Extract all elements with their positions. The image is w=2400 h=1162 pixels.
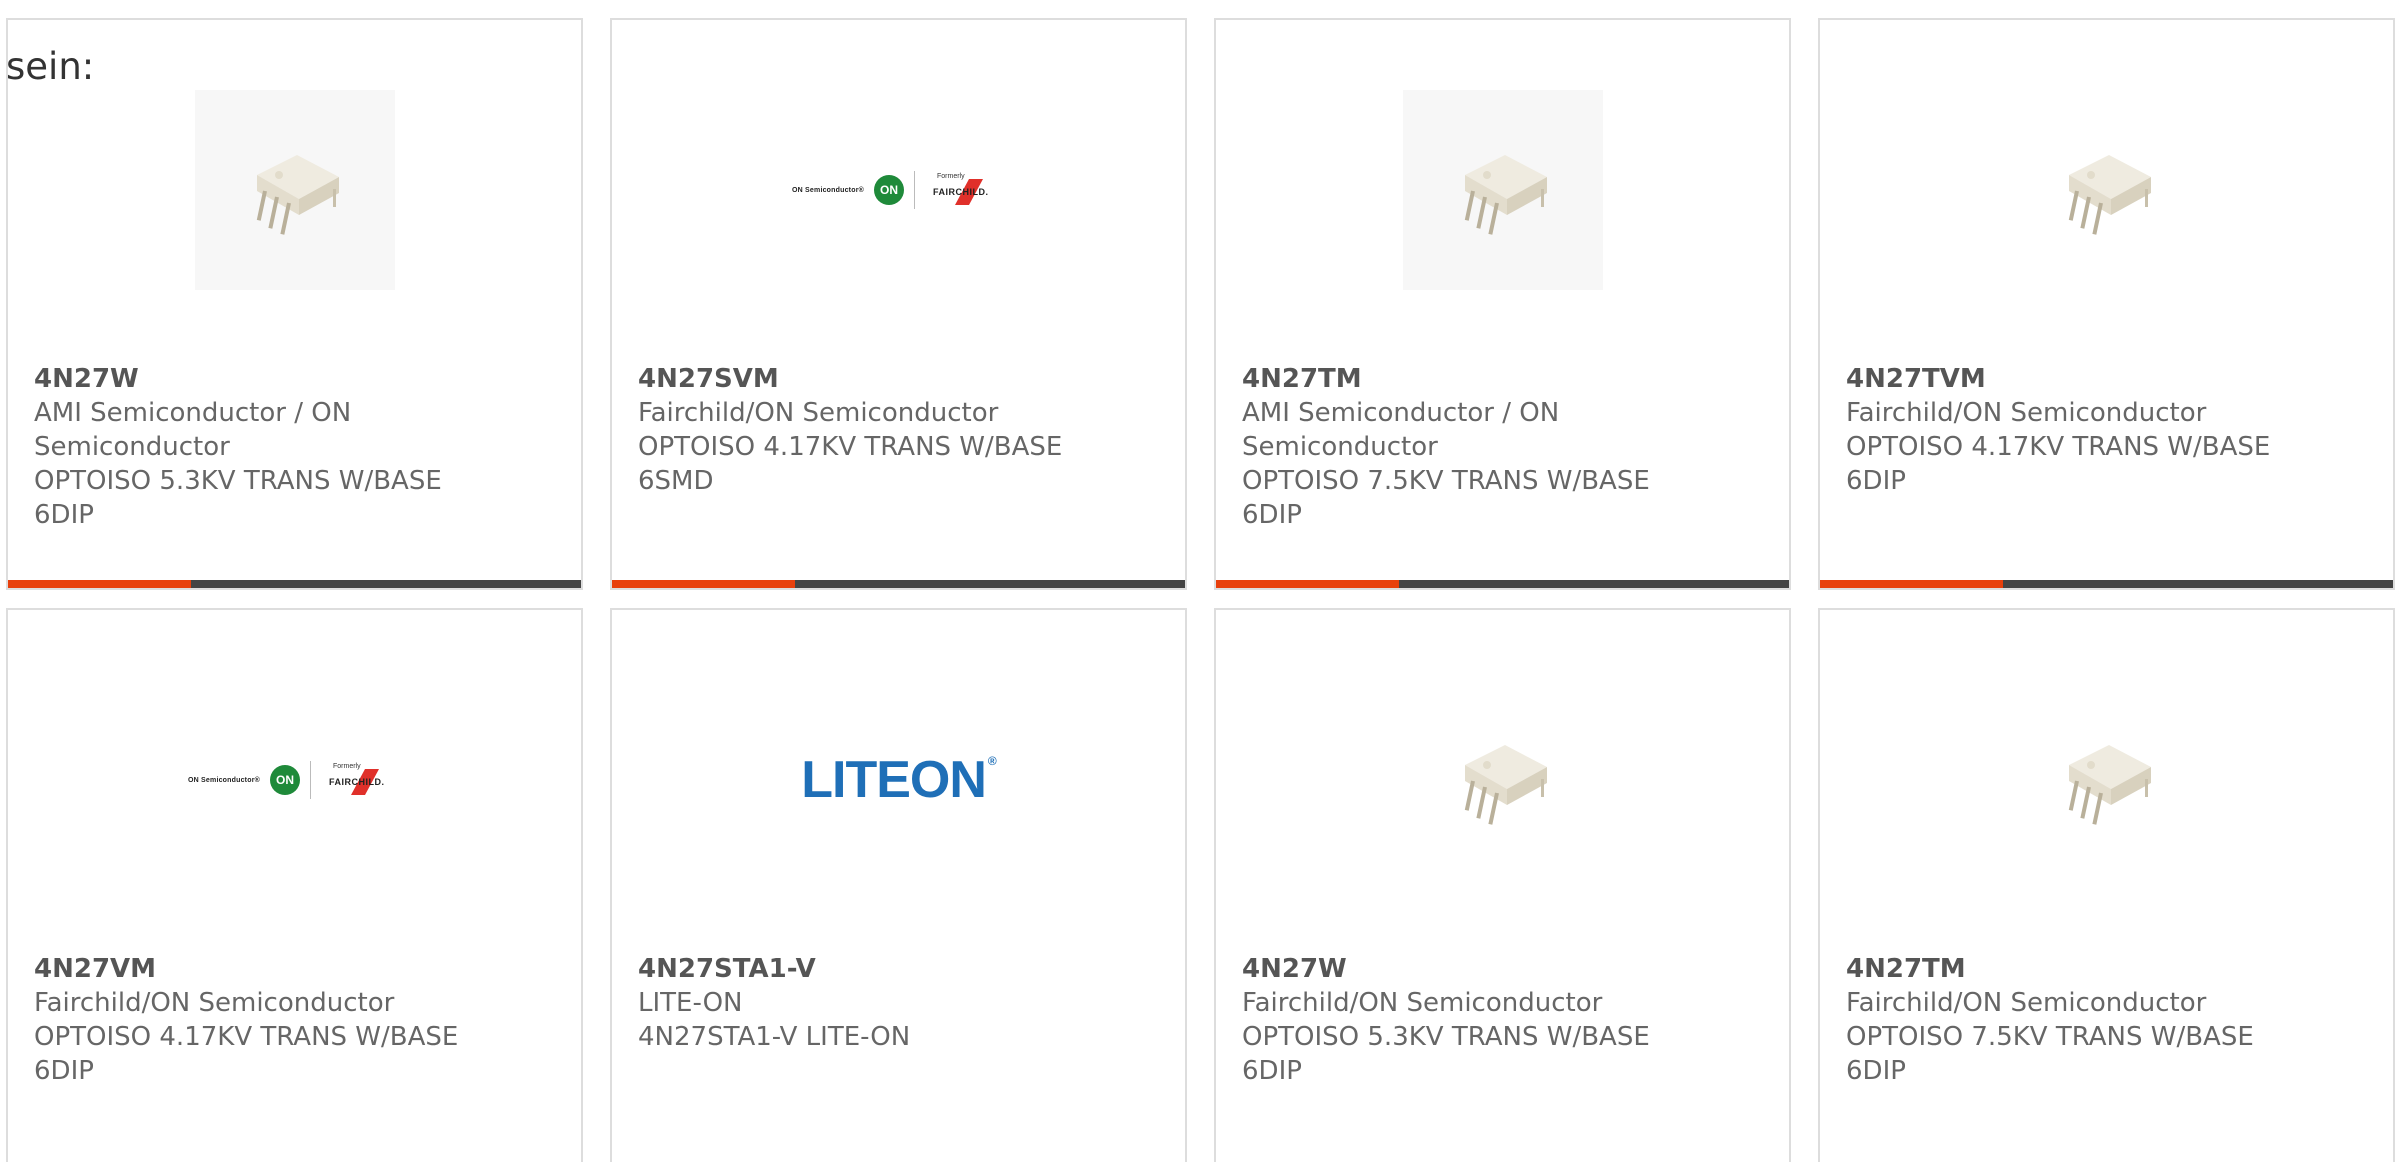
description: OPTOISO 5.3KV TRANS W/BASE 6DIP: [34, 466, 442, 530]
card-accent-bar: [612, 580, 795, 588]
on-semiconductor-text: ON Semiconductor®: [792, 186, 864, 194]
part-number[interactable]: 4N27TVM: [1846, 362, 2373, 396]
product-info: 4N27STA1-V LITE-ON 4N27STA1-V LITE-ON: [638, 952, 1165, 1054]
product-thumbnail[interactable]: ON Semiconductor® ON Formerly FAIRCHILD.: [612, 90, 1185, 290]
product-info: 4N27W AMI Semiconductor / ON Semiconduct…: [34, 362, 561, 532]
product-thumbnail[interactable]: [1820, 680, 2393, 880]
product-info: 4N27TVM Fairchild/ON Semiconductor OPTOI…: [1846, 362, 2373, 498]
part-number[interactable]: 4N27W: [1242, 952, 1769, 986]
card-accent-bar: [8, 580, 191, 588]
manufacturer: Fairchild/ON Semiconductor: [638, 398, 999, 428]
on-semiconductor-fairchild-logo: ON Semiconductor® ON Formerly FAIRCHILD.: [792, 171, 1005, 209]
manufacturer: Fairchild/ON Semiconductor: [1846, 988, 2207, 1018]
optocoupler-chip-image: [1403, 680, 1603, 880]
manufacturer: Fairchild/ON Semiconductor: [34, 988, 395, 1018]
description: OPTOISO 4.17KV TRANS W/BASE 6DIP: [34, 1022, 459, 1086]
manufacturer: AMI Semiconductor / ON Semiconductor: [34, 398, 352, 462]
product-grid-page: sein: 4N27W AMI Semiconductor / ON Semic…: [0, 0, 2400, 1162]
description: OPTOISO 4.17KV TRANS W/BASE 6SMD: [638, 432, 1063, 496]
fairchild-logo: Formerly FAIRCHILD.: [925, 171, 1005, 209]
on-circle-icon: ON: [269, 765, 300, 795]
product-card[interactable]: 4N27W AMI Semiconductor / ON Semiconduct…: [6, 18, 583, 590]
on-semiconductor-text: ON Semiconductor®: [188, 776, 260, 784]
fairchild-text: FAIRCHILD.: [932, 187, 989, 197]
description: 4N27STA1-V LITE-ON: [638, 1022, 911, 1052]
part-number[interactable]: 4N27SVM: [638, 362, 1165, 396]
part-number[interactable]: 4N27TM: [1846, 952, 2373, 986]
card-accent-bar: [1216, 580, 1399, 588]
optocoupler-chip-image: [2007, 90, 2207, 290]
liteon-text: LITEON: [801, 751, 987, 809]
product-thumbnail[interactable]: ON Semiconductor® ON Formerly FAIRCHILD.: [8, 680, 581, 880]
product-card[interactable]: LITEON ® 4N27STA1-V LITE-ON 4N27STA1-V L…: [610, 608, 1187, 1162]
product-thumbnail[interactable]: [1216, 680, 1789, 880]
logo-divider: [309, 761, 311, 799]
card-bottom-bar: [8, 580, 581, 588]
product-card[interactable]: 4N27TM AMI Semiconductor / ON Semiconduc…: [1214, 18, 1791, 590]
on-circle-icon: ON: [873, 175, 904, 205]
description: OPTOISO 7.5KV TRANS W/BASE 6DIP: [1242, 466, 1650, 530]
registered-mark: ®: [987, 754, 997, 768]
card-bottom-bar: [1820, 580, 2393, 588]
product-card[interactable]: 4N27W Fairchild/ON Semiconductor OPTOISO…: [1214, 608, 1791, 1162]
description: OPTOISO 5.3KV TRANS W/BASE 6DIP: [1242, 1022, 1650, 1086]
optocoupler-chip-image: [1402, 90, 1603, 290]
product-thumbnail[interactable]: LITEON ®: [612, 680, 1185, 880]
liteon-logo: LITEON ®: [801, 750, 996, 810]
product-info: 4N27TM Fairchild/ON Semiconductor OPTOIS…: [1846, 952, 2373, 1088]
product-info: 4N27W Fairchild/ON Semiconductor OPTOISO…: [1242, 952, 1769, 1088]
product-info: 4N27TM AMI Semiconductor / ON Semiconduc…: [1242, 362, 1769, 532]
optocoupler-chip-image: [2007, 680, 2207, 880]
intro-text: sein:: [6, 45, 95, 88]
card-bottom-bar: [612, 580, 1185, 588]
description: OPTOISO 7.5KV TRANS W/BASE 6DIP: [1846, 1022, 2254, 1086]
product-info: 4N27SVM Fairchild/ON Semiconductor OPTOI…: [638, 362, 1165, 498]
fairchild-text: FAIRCHILD.: [328, 777, 385, 787]
part-number[interactable]: 4N27TM: [1242, 362, 1769, 396]
logo-divider: [913, 171, 915, 209]
product-card[interactable]: ON Semiconductor® ON Formerly FAIRCHILD.…: [610, 18, 1187, 590]
manufacturer: AMI Semiconductor / ON Semiconductor: [1242, 398, 1560, 462]
on-semiconductor-fairchild-logo: ON Semiconductor® ON Formerly FAIRCHILD.: [188, 761, 401, 799]
card-accent-bar: [1820, 580, 2003, 588]
product-card[interactable]: ON Semiconductor® ON Formerly FAIRCHILD.…: [6, 608, 583, 1162]
manufacturer: Fairchild/ON Semiconductor: [1846, 398, 2207, 428]
product-card[interactable]: 4N27TVM Fairchild/ON Semiconductor OPTOI…: [1818, 18, 2395, 590]
part-number[interactable]: 4N27VM: [34, 952, 561, 986]
part-number[interactable]: 4N27W: [34, 362, 561, 396]
manufacturer: LITE-ON: [638, 988, 743, 1018]
optocoupler-chip-image: [194, 90, 395, 290]
fairchild-logo: Formerly FAIRCHILD.: [321, 761, 401, 799]
card-bottom-bar: [1216, 580, 1789, 588]
manufacturer: Fairchild/ON Semiconductor: [1242, 988, 1603, 1018]
part-number[interactable]: 4N27STA1-V: [638, 952, 1165, 986]
product-thumbnail[interactable]: [8, 90, 581, 290]
product-card[interactable]: 4N27TM Fairchild/ON Semiconductor OPTOIS…: [1818, 608, 2395, 1162]
product-thumbnail[interactable]: [1820, 90, 2393, 290]
product-thumbnail[interactable]: [1216, 90, 1789, 290]
description: OPTOISO 4.17KV TRANS W/BASE 6DIP: [1846, 432, 2271, 496]
product-info: 4N27VM Fairchild/ON Semiconductor OPTOIS…: [34, 952, 561, 1088]
